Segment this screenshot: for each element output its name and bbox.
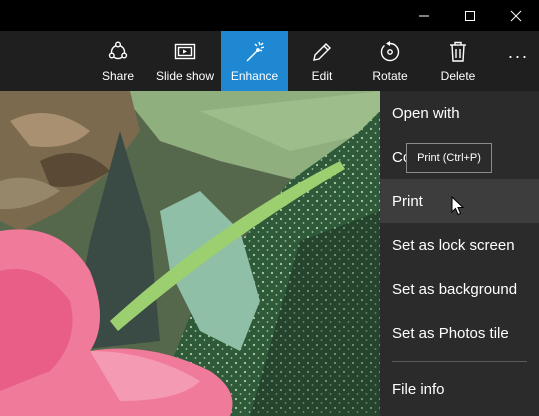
print-tooltip: Print (Ctrl+P)	[406, 143, 492, 173]
enhance-wand-icon	[246, 41, 264, 62]
close-button[interactable]	[493, 0, 539, 31]
close-icon	[510, 10, 522, 21]
share-button[interactable]: Share	[96, 31, 140, 91]
menu-item-label: Open with	[392, 104, 460, 122]
edit-button[interactable]: Edit	[300, 31, 344, 91]
menu-item-label: Set as background	[392, 280, 518, 298]
minimize-icon	[419, 15, 429, 16]
more-options-button[interactable]: ···	[497, 31, 539, 81]
menu-separator	[392, 361, 527, 362]
menu-item-label: Set as Photos tile	[392, 324, 509, 342]
menu-item-set-lock-screen[interactable]: Set as lock screen	[380, 223, 539, 267]
slideshow-label: Slide show	[155, 69, 215, 83]
rotate-label: Rotate	[372, 69, 408, 83]
more-options-menu: Open with Co Print Set as lock screen Se…	[380, 91, 539, 416]
menu-item-label: File info	[392, 380, 445, 398]
slideshow-icon	[174, 43, 196, 60]
maximize-button[interactable]	[447, 0, 493, 31]
menu-item-set-photos-tile[interactable]: Set as Photos tile	[380, 311, 539, 355]
slideshow-button[interactable]: Slide show	[152, 31, 218, 91]
share-label: Share	[101, 69, 135, 83]
menu-item-open-with[interactable]: Open with	[380, 91, 539, 135]
minimize-button[interactable]	[401, 0, 447, 31]
pencil-icon	[313, 43, 331, 61]
menu-item-file-info[interactable]: File info	[380, 367, 539, 411]
enhance-label: Enhance	[230, 69, 279, 83]
maximize-icon	[465, 10, 475, 21]
menu-item-label: Print	[392, 192, 423, 210]
enhance-button[interactable]: Enhance	[221, 31, 288, 91]
rotate-button[interactable]: Rotate	[366, 31, 414, 91]
trash-icon	[450, 41, 466, 62]
mouse-cursor-icon	[451, 196, 465, 216]
menu-item-set-background[interactable]: Set as background	[380, 267, 539, 311]
command-bar: Share Slide show Enhance Edit Rotate Del…	[0, 31, 539, 91]
delete-button[interactable]: Delete	[436, 31, 480, 91]
delete-label: Delete	[440, 69, 476, 83]
title-bar	[0, 0, 539, 31]
share-icon	[108, 41, 128, 60]
rotate-icon	[380, 41, 400, 62]
edit-label: Edit	[311, 69, 333, 83]
menu-item-label: Set as lock screen	[392, 236, 515, 254]
